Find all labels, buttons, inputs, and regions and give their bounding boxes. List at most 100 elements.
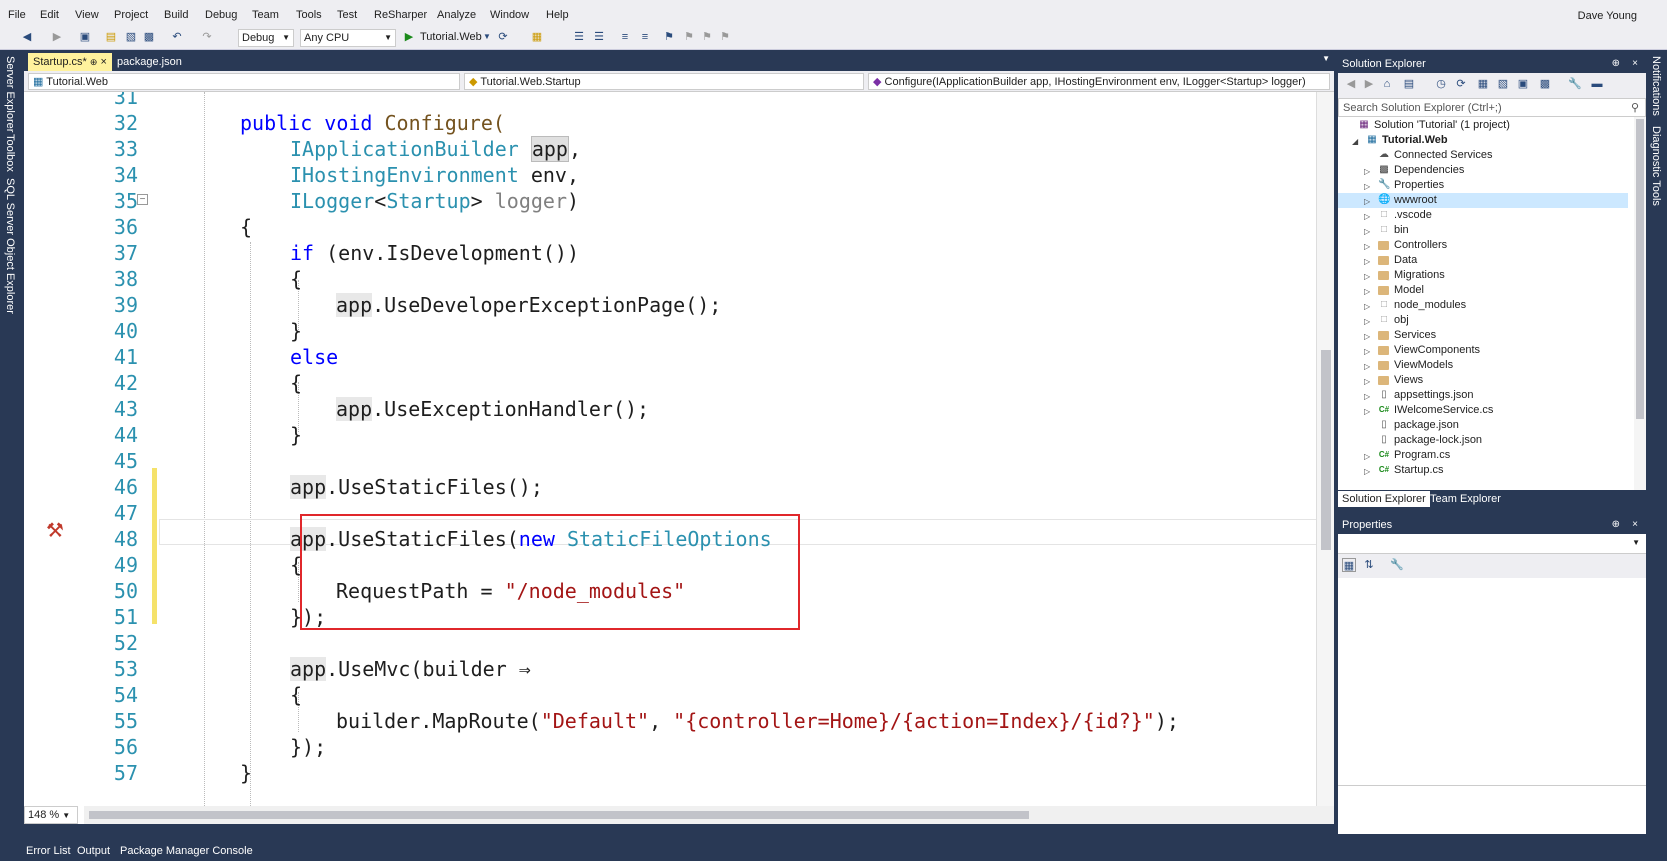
run-icon[interactable]: ▶	[402, 30, 416, 44]
code-editor[interactable]: 31 32 33 34 35 36 37 38 39 40 41 42 43 44 45 46 47 48 49 50…	[24, 92, 1334, 824]
expand-icon[interactable]: ▷	[1364, 299, 1370, 314]
bookmark-icon[interactable]: ⚑	[662, 30, 676, 44]
close-icon[interactable]: ×	[100, 56, 106, 68]
expand-icon[interactable]: ▷	[1364, 449, 1370, 464]
pin-icon[interactable]: ⊕	[90, 57, 98, 67]
tree-item[interactable]: ▷ Services	[1338, 328, 1628, 343]
tree-item[interactable]: ▷ Data	[1338, 253, 1628, 268]
server-explorer-tab[interactable]: Server Explorer	[4, 56, 16, 132]
undo-icon[interactable]: ↶	[170, 30, 184, 44]
expand-icon[interactable]: ▷	[1364, 359, 1370, 374]
expand-icon[interactable]: ▷	[1364, 269, 1370, 284]
menu-resharper[interactable]: ReSharper	[374, 9, 427, 21]
sync-icon[interactable]: ⟳	[1454, 77, 1468, 91]
tree-item[interactable]: ▷ C# Startup.cs	[1338, 463, 1628, 478]
alphabetical-icon[interactable]: ⇅	[1362, 558, 1376, 572]
tab-team-explorer[interactable]: Team Explorer	[1426, 491, 1505, 507]
redo-icon[interactable]: ↷	[200, 30, 214, 44]
tree-item[interactable]: ▷ Views	[1338, 373, 1628, 388]
tab-package-json[interactable]: package.json	[112, 53, 208, 71]
tree-item[interactable]: ▦ Solution 'Tutorial' (1 project)	[1338, 118, 1628, 133]
pin-icon[interactable]: ⊕	[1612, 519, 1620, 530]
tab-list-chevron-icon[interactable]: ▼	[1322, 54, 1330, 63]
tree-item[interactable]: ▷ ViewModels	[1338, 358, 1628, 373]
expand-icon[interactable]: ▷	[1364, 374, 1370, 389]
type-combo[interactable]: ◆ Tutorial.Web.Startup	[464, 73, 864, 90]
tree-item[interactable]: ▷ □ node_modules	[1338, 298, 1628, 313]
tab-solution-explorer[interactable]: Solution Explorer	[1338, 491, 1430, 507]
new-project-icon[interactable]: ▣	[78, 30, 92, 44]
hscroll-thumb[interactable]	[89, 811, 1029, 819]
expand-icon[interactable]: ▷	[1364, 179, 1370, 194]
pending-changes-icon[interactable]: ◷	[1434, 77, 1448, 91]
member-combo[interactable]: ◆ Configure(IApplicationBuilder app, IHo…	[868, 73, 1330, 90]
tree-item[interactable]: ▷ 🔧 Properties	[1338, 178, 1628, 193]
tab-error-list[interactable]: Error List	[26, 845, 71, 857]
notifications-tab[interactable]: Notifications	[1650, 56, 1662, 116]
solution-search-input[interactable]: Search Solution Explorer (Ctrl+;) ⚲	[1338, 98, 1646, 117]
forward-icon[interactable]: ▶	[1362, 77, 1376, 91]
run-target[interactable]: Tutorial.Web	[420, 31, 482, 43]
pin-icon[interactable]: ⊕	[1612, 58, 1620, 69]
expanded-icon[interactable]: ◢	[1352, 134, 1358, 149]
next-bookmark-icon[interactable]: ⚑	[700, 30, 714, 44]
collapse-all-icon[interactable]: ▦	[1476, 77, 1490, 91]
switch-views-icon[interactable]: ▤	[1402, 77, 1416, 91]
toolbox-tab[interactable]: Toolbox	[4, 134, 16, 172]
expand-icon[interactable]: ▷	[1364, 404, 1370, 419]
clear-bookmark-icon[interactable]: ⚑	[718, 30, 732, 44]
menu-help[interactable]: Help	[546, 9, 569, 21]
outdent-icon[interactable]: ≡	[638, 30, 652, 44]
menu-debug[interactable]: Debug	[205, 9, 237, 21]
hammer-icon[interactable]: ⚒	[46, 518, 64, 543]
minimize-icon[interactable]: ▬	[1590, 77, 1604, 91]
close-icon[interactable]: ×	[1632, 58, 1638, 69]
prev-bookmark-icon[interactable]: ⚑	[682, 30, 696, 44]
expand-icon[interactable]: ▷	[1364, 389, 1370, 404]
menu-window[interactable]: Window	[490, 9, 529, 21]
back-icon[interactable]: ◀	[1344, 77, 1358, 91]
menu-project[interactable]: Project	[114, 9, 148, 21]
expand-icon[interactable]: ▷	[1364, 314, 1370, 329]
tree-item[interactable]: ☁ Connected Services	[1338, 148, 1628, 163]
config-combo[interactable]: Debug ▼	[238, 29, 294, 47]
properties-icon[interactable]: 🔧	[1568, 77, 1582, 91]
tree-item[interactable]: ▷ Migrations	[1338, 268, 1628, 283]
menu-edit[interactable]: Edit	[40, 9, 59, 21]
property-pages-icon[interactable]: 🔧	[1390, 558, 1404, 572]
tree-item[interactable]: ▷ □ bin	[1338, 223, 1628, 238]
search-icon[interactable]: ⚲	[1631, 101, 1639, 114]
platform-combo[interactable]: Any CPU ▼	[300, 29, 396, 47]
zoom-level[interactable]: 148 % ▼	[24, 806, 78, 824]
refresh-icon[interactable]: ⟳	[496, 30, 510, 44]
tree-item[interactable]: ▷ □ obj	[1338, 313, 1628, 328]
tree-item[interactable]: ▷ ViewComponents	[1338, 343, 1628, 358]
save-icon[interactable]: ▧	[124, 30, 138, 44]
tab-startup-cs[interactable]: Startup.cs* ⊕ ×	[28, 53, 112, 71]
diagnostic-tools-tab[interactable]: Diagnostic Tools	[1650, 126, 1662, 206]
expand-icon[interactable]: ▷	[1364, 209, 1370, 224]
tree-item[interactable]: ▷ C# IWelcomeService.cs	[1338, 403, 1628, 418]
menu-file[interactable]: File	[8, 9, 26, 21]
menu-analyze[interactable]: Analyze	[437, 9, 476, 21]
expand-icon[interactable]: ▷	[1364, 254, 1370, 269]
sql-server-object-explorer-tab[interactable]: SQL Server Object Explorer	[4, 178, 16, 314]
save-all-icon[interactable]: ▩	[142, 30, 156, 44]
filter-icon[interactable]: ▩	[1538, 77, 1552, 91]
tree-item[interactable]: ▷ □ .vscode	[1338, 208, 1628, 223]
tree-item[interactable]: ◢ ▦ Tutorial.Web	[1338, 133, 1628, 148]
project-combo[interactable]: ▦ Tutorial.Web	[28, 73, 460, 90]
tab-output[interactable]: Output	[77, 845, 110, 857]
expand-icon[interactable]: ▷	[1364, 164, 1370, 179]
tree-item[interactable]: ▷ Controllers	[1338, 238, 1628, 253]
align-icon[interactable]: ☰	[572, 30, 586, 44]
browser-icon[interactable]: ▦	[530, 30, 544, 44]
expand-icon[interactable]: ▷	[1364, 194, 1370, 209]
tree-scrollbar-thumb[interactable]	[1636, 119, 1644, 419]
vertical-scrollbar[interactable]	[1316, 92, 1334, 806]
close-icon[interactable]: ×	[1632, 519, 1638, 530]
indent-icon[interactable]: ≡	[618, 30, 632, 44]
collapse-icon[interactable]: −	[137, 194, 148, 205]
scrollbar-thumb[interactable]	[1321, 350, 1331, 550]
tree-item[interactable]: ▯ package.json	[1338, 418, 1628, 433]
